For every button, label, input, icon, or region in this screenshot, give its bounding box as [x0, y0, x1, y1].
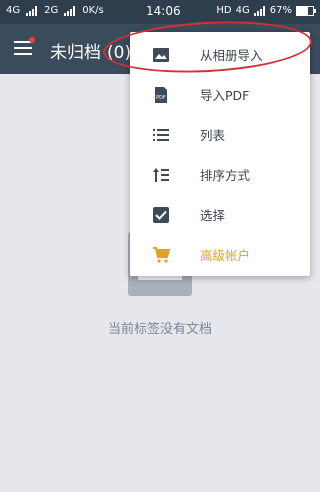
menu-item-label: 选择	[200, 208, 226, 223]
checkbox-icon	[153, 207, 169, 223]
signal-4g-label: 4G	[6, 5, 21, 16]
battery-percent: 67%	[269, 5, 292, 16]
menu-item-import-pdf[interactable]: PDF 导入PDF	[130, 74, 310, 114]
status-right: HD 4G 67%	[216, 5, 316, 16]
status-bar: 4G 2G 0K/s 14:06 HD 4G 67%	[0, 0, 320, 24]
menu-item-label: 高级帐户	[200, 248, 251, 263]
status-left: 4G 2G 0K/s	[6, 5, 104, 16]
pdf-icon: PDF	[155, 87, 167, 103]
menu-item-select[interactable]: 选择	[130, 194, 310, 234]
network-type: 4G	[235, 5, 250, 16]
battery-icon	[296, 5, 316, 16]
hd-label: HD	[216, 5, 232, 16]
notification-dot	[29, 37, 35, 43]
svg-text:PDF: PDF	[156, 95, 166, 101]
signal-bars-icon	[64, 5, 76, 16]
menu-item-sort[interactable]: 排序方式	[130, 154, 310, 194]
signal-2g-label: 2G	[44, 5, 59, 16]
menu-item-label: 导入PDF	[200, 88, 250, 103]
sort-icon	[153, 168, 169, 182]
list-icon	[153, 129, 169, 141]
menu-item-label: 列表	[200, 128, 226, 143]
network-speed: 0K/s	[82, 5, 104, 16]
signal-bars-icon	[26, 5, 38, 16]
signal-bars-icon	[253, 5, 266, 16]
title-label: 未归档	[50, 43, 101, 63]
menu-item-list-view[interactable]: 列表	[130, 114, 310, 154]
menu-item-premium[interactable]: 高级帐户	[130, 234, 310, 274]
cart-icon	[153, 247, 170, 263]
status-time: 14:06	[146, 4, 181, 18]
menu-item-label: 排序方式	[200, 168, 251, 183]
hamburger-menu-icon[interactable]	[14, 41, 32, 55]
empty-state-message: 当前标签没有文档	[107, 322, 212, 337]
